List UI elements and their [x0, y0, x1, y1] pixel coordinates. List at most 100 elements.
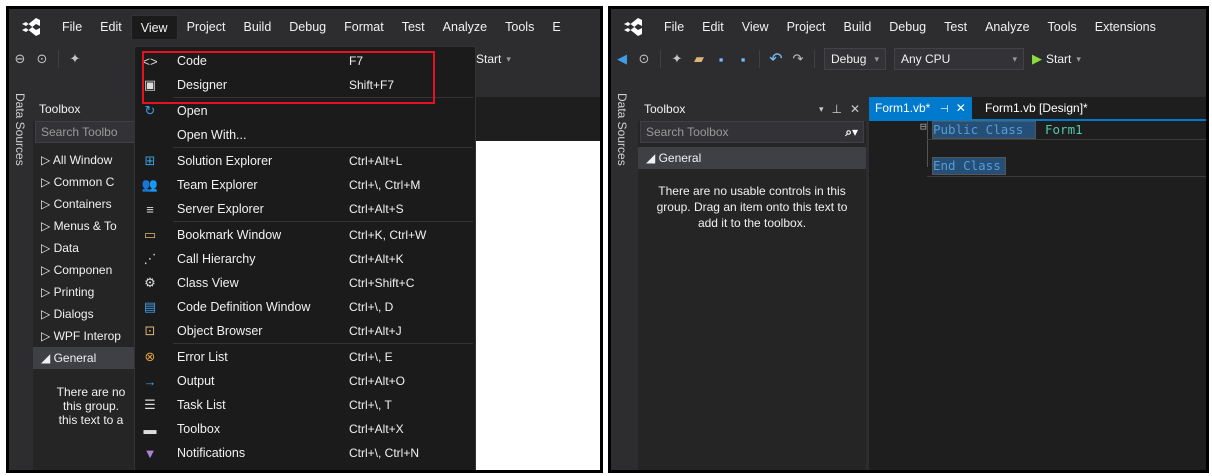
toolbox-group-general[interactable]: ◢ General	[33, 347, 145, 369]
close-icon[interactable]: ✕	[850, 102, 860, 116]
view-menu-item[interactable]: Find Results	[135, 467, 475, 473]
menu-file[interactable]: File	[655, 15, 693, 39]
view-menu-item[interactable]: 👥 Team Explorer Ctrl+\, Ctrl+M	[135, 173, 475, 197]
save-icon[interactable]: ▪	[712, 50, 730, 68]
menu-item-shortcut: Ctrl+\, E	[349, 350, 393, 364]
save-all-icon[interactable]: ▪	[734, 50, 752, 68]
platform-dropdown[interactable]: Any CPU ▾	[894, 48, 1024, 70]
close-icon[interactable]: ✕	[956, 101, 966, 115]
data-sources-tab[interactable]: Data Sources	[611, 91, 633, 181]
view-menu-item[interactable]: ≡ Server Explorer Ctrl+Alt+S	[135, 197, 475, 221]
menu-edit[interactable]: Edit	[693, 15, 733, 39]
menu-build[interactable]: Build	[234, 15, 280, 39]
view-menu-item[interactable]: ⋰ Call Hierarchy Ctrl+Alt+K	[135, 247, 475, 271]
menu-view[interactable]: View	[733, 15, 778, 39]
view-menu-item[interactable]: ▼ Notifications Ctrl+\, Ctrl+N	[135, 441, 475, 465]
menu-view[interactable]: View	[130, 14, 178, 39]
menu-project[interactable]: Project	[778, 15, 835, 39]
toolbox-group[interactable]: ▷ Common C	[33, 171, 145, 193]
view-menu-item[interactable]: → Output Ctrl+Alt+O	[135, 369, 475, 393]
menu-test[interactable]: Test	[393, 15, 434, 39]
toolbox-search-placeholder: Search Toolbo	[41, 125, 118, 139]
menu-item-shortcut: Ctrl+Alt+O	[349, 374, 406, 388]
code-keyword[interactable]: Public Class	[933, 122, 1023, 137]
menu-file[interactable]: File	[53, 15, 91, 39]
play-icon: ▶	[1032, 51, 1042, 66]
menu-tools[interactable]: Tools	[1039, 15, 1086, 39]
menu-item-label: Solution Explorer	[177, 154, 273, 168]
menu-item-label: Call Hierarchy	[177, 252, 256, 266]
back-icon[interactable]: ◀	[613, 50, 631, 68]
view-menu-item[interactable]: ▤ Code Definition Window Ctrl+\, D	[135, 295, 475, 319]
menu-debug[interactable]: Debug	[880, 15, 935, 39]
menu-analyze[interactable]: Analyze	[976, 15, 1038, 39]
collapse-icon[interactable]: ⊟	[920, 120, 927, 133]
view-menu-item[interactable]: ⊗ Error List Ctrl+\, E	[135, 345, 475, 369]
menu-extensions[interactable]: Extensions	[1086, 15, 1165, 39]
toolbox-group[interactable]: ▷ WPF Interop	[33, 325, 145, 347]
menu-build[interactable]: Build	[834, 15, 880, 39]
menu-item-label: Task List	[177, 398, 226, 412]
search-icon[interactable]: ⌕▾	[845, 125, 858, 140]
view-menu-item[interactable]: Open With...	[135, 123, 475, 147]
menu-project[interactable]: Project	[178, 15, 235, 39]
toolbox-title: Toolbox	[644, 102, 686, 116]
view-menu-item[interactable]: ▬ Toolbox Ctrl+Alt+X	[135, 417, 475, 441]
menu-item-label: Output	[177, 374, 215, 388]
pin-icon[interactable]: ⊥	[831, 102, 841, 116]
forward-icon[interactable]: ⊙	[635, 50, 653, 68]
menu-item-icon: ≡	[146, 201, 154, 217]
menu-edit[interactable]: Edit	[91, 15, 131, 39]
toolbox-group[interactable]: ▷ Componen	[33, 259, 145, 281]
toolbox-search-input[interactable]: Search Toolbox ⌕▾	[640, 121, 864, 143]
new-project-icon[interactable]: ✦	[668, 50, 686, 68]
menu-item-label: Server Explorer	[177, 202, 264, 216]
toolbox-group[interactable]: ▷ Printing	[33, 281, 145, 303]
view-menu-item[interactable]: ▭ Bookmark Window Ctrl+K, Ctrl+W	[135, 223, 475, 247]
window-position-icon[interactable]: ▾	[819, 104, 824, 115]
undo-icon[interactable]: ↶	[767, 50, 785, 68]
forward-icon[interactable]: ⊙	[33, 50, 51, 68]
code-end-class[interactable]: End Class	[933, 158, 1001, 173]
toolbox-group[interactable]: ▷ Dialogs	[33, 303, 145, 325]
pin-icon[interactable]: ⊣	[940, 104, 949, 115]
menu-item-icon: ☰	[144, 397, 156, 412]
toolbox-group-general[interactable]: ◢ General	[638, 147, 866, 169]
tab-form1-vb[interactable]: Form1.vb* ⊣ ✕	[869, 97, 972, 119]
menu-item-label: Error List	[177, 350, 228, 364]
menu-format[interactable]: Format	[335, 15, 393, 39]
data-sources-tab[interactable]: Data Sources	[9, 91, 31, 181]
visual-studio-logo-icon	[623, 17, 645, 36]
toolbox-group[interactable]: ▷ Menus & To	[33, 215, 145, 237]
toolbox-message-line: There are no	[56, 385, 126, 399]
new-project-icon[interactable]: ✦	[66, 50, 84, 68]
menu-test[interactable]: Test	[935, 15, 976, 39]
view-menu-item[interactable]: ☰ Task List Ctrl+\, T	[135, 393, 475, 417]
chevron-down-icon: ▾	[1076, 53, 1081, 64]
toolbox-group[interactable]: ▷ Containers	[33, 193, 145, 215]
start-button[interactable]: ▶ Start ▾	[1032, 51, 1081, 67]
menu-item-icon: ⊗	[144, 349, 156, 364]
toolbox-group[interactable]: ▷ Data	[33, 237, 145, 259]
toolbar: ◀ ⊙ ✦ ▰ ▪ ▪ ↶ ↷ Debug ▾ Any CPU ▾ ▶ Star…	[611, 44, 1206, 74]
back-icon[interactable]: ⊖	[11, 50, 29, 68]
toolbox-search-placeholder: Search Toolbox	[646, 125, 729, 139]
view-menu-item[interactable]: ⚙ Class View Ctrl+Shift+C	[135, 271, 475, 295]
toolbox-panel: Toolbox Search Toolbo ▷ All Window ▷ Com…	[33, 97, 145, 470]
view-menu-item[interactable]: ⊞ Solution Explorer Ctrl+Alt+L	[135, 149, 475, 173]
menu-debug[interactable]: Debug	[280, 15, 335, 39]
menu-item-label: Find Results	[177, 472, 246, 473]
menu-extensions[interactable]: E	[543, 15, 569, 39]
view-menu-item[interactable]: ⊡ Object Browser Ctrl+Alt+J	[135, 319, 475, 343]
menu-analyze[interactable]: Analyze	[434, 15, 496, 39]
menu-tools[interactable]: Tools	[496, 15, 543, 39]
code-class-name[interactable]: Form1	[1045, 122, 1083, 137]
toolbox-search-input[interactable]: Search Toolbo	[35, 121, 143, 143]
menu-item-label: Object Browser	[177, 324, 263, 338]
configuration-dropdown[interactable]: Debug ▾	[824, 48, 886, 70]
open-folder-icon[interactable]: ▰	[690, 50, 708, 68]
toolbox-group[interactable]: ▷ All Window	[33, 149, 145, 171]
toolbox-title: Toolbox	[39, 102, 81, 116]
tab-form1-design[interactable]: Form1.vb [Design]*	[979, 97, 1094, 119]
redo-icon[interactable]: ↷	[789, 50, 807, 68]
